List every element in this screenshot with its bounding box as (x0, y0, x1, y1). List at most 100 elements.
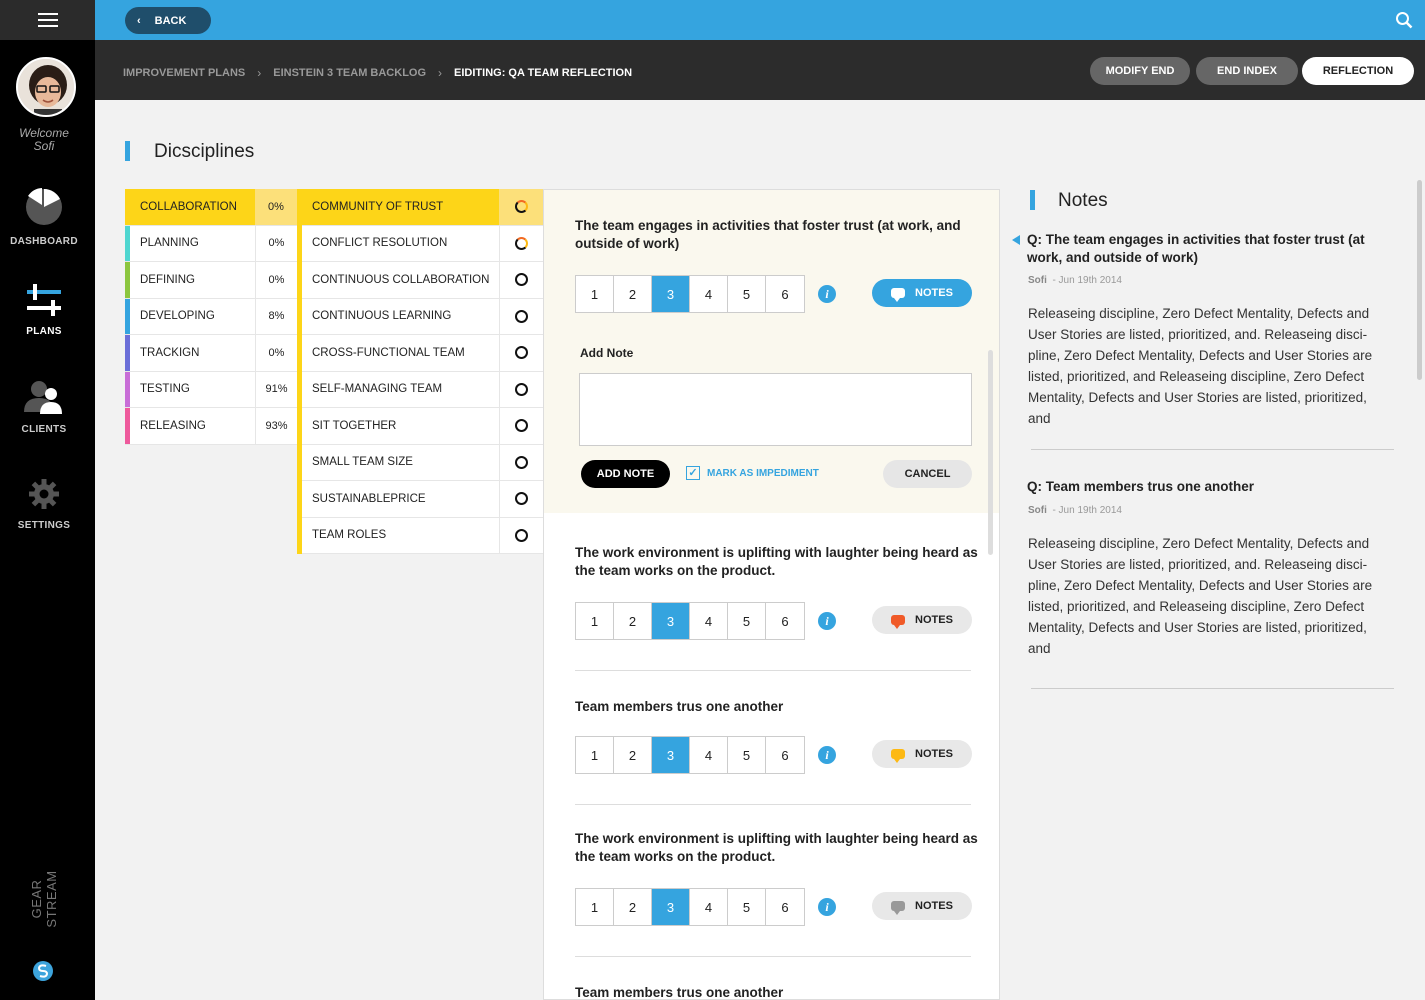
subdiscipline-list: COMMUNITY OF TRUST CONFLICT RESOLUTION C… (297, 189, 543, 554)
mark-impediment-checkbox[interactable]: ✓ MARK AS IMPEDIMENT (686, 466, 819, 480)
notes-button[interactable]: NOTES (872, 279, 972, 307)
rating-option[interactable]: 1 (576, 889, 614, 925)
scrollbar[interactable] (988, 350, 993, 555)
subdiscipline-item[interactable]: CONTINUOUS LEARNING (302, 298, 543, 335)
modify-end-button[interactable]: MODIFY END (1090, 57, 1190, 85)
question-text: The work environment is uplifting with l… (575, 831, 978, 864)
rating-option[interactable]: 6 (766, 737, 804, 773)
brand: GEAR STREAM (28, 842, 59, 944)
rating-option[interactable]: 5 (728, 737, 766, 773)
rating-option[interactable]: 4 (690, 889, 728, 925)
rating-option[interactable]: 6 (766, 276, 804, 312)
subdiscipline-item[interactable]: TEAM ROLES (302, 517, 543, 554)
subdiscipline-item[interactable]: SMALL TEAM SIZE (302, 444, 543, 481)
subdiscipline-name: SIT TOGETHER (312, 419, 397, 432)
back-button[interactable]: ‹ BACK (125, 7, 211, 34)
rating-option[interactable]: 2 (614, 889, 652, 925)
subdiscipline-item[interactable]: SUSTAINABLEPRICE (302, 481, 543, 518)
chevron-left-icon: ‹ (137, 14, 141, 27)
note-textarea[interactable] (579, 373, 972, 446)
avatar[interactable] (16, 57, 76, 117)
welcome-text: Welcome Sofi (0, 127, 88, 153)
notes-title: Notes (1058, 190, 1108, 211)
note-date: - Jun 19th 2014 (1052, 505, 1122, 516)
notes-button[interactable]: NOTES (872, 606, 972, 634)
discipline-name: COLLABORATION (140, 200, 237, 213)
add-note-button[interactable]: ADD NOTE (581, 460, 670, 488)
note-body: Releaseing discipline, Zero Defect Menta… (1028, 536, 1373, 656)
discipline-defining[interactable]: DEFINING 0% (125, 262, 297, 299)
rating-option[interactable]: 6 (766, 889, 804, 925)
note-author: Sofi (1028, 505, 1047, 516)
rating-option[interactable]: 4 (690, 737, 728, 773)
discipline-pct: 0% (255, 262, 297, 298)
rating-option-selected[interactable]: 3 (652, 276, 690, 312)
info-icon[interactable]: i (818, 746, 836, 764)
info-icon[interactable]: i (818, 898, 836, 916)
discipline-name: DEFINING (140, 273, 195, 286)
discipline-testing[interactable]: TESTING 91% (125, 371, 297, 408)
rating-option[interactable]: 4 (690, 276, 728, 312)
breadcrumb-improvement-plans[interactable]: IMPROVEMENT PLANS (123, 67, 245, 79)
rating-option[interactable]: 6 (766, 603, 804, 639)
rating-option[interactable]: 5 (728, 889, 766, 925)
discipline-tracking[interactable]: TRACKIGN 0% (125, 335, 297, 372)
notes-label: NOTES (915, 287, 953, 299)
discipline-color (125, 262, 130, 298)
speech-bubble-icon (891, 288, 906, 302)
section-accent (1030, 190, 1035, 210)
brand-logo-icon (33, 961, 53, 981)
end-index-button[interactable]: END INDEX (1196, 57, 1298, 85)
subdiscipline-item[interactable]: CONTINUOUS COLLABORATION (302, 262, 543, 299)
subdiscipline-item[interactable]: CROSS-FUNCTIONAL TEAM (302, 335, 543, 372)
nav-plans[interactable]: PLANS (0, 282, 88, 337)
discipline-name: RELEASING (140, 419, 206, 432)
rating-option-selected[interactable]: 3 (652, 737, 690, 773)
discipline-planning[interactable]: PLANNING 0% (125, 225, 297, 262)
subdiscipline-item[interactable]: SELF-MANAGING TEAM (302, 371, 543, 408)
breadcrumb-current: EIDITING: QA TEAM REFLECTION (454, 67, 633, 79)
note-question[interactable]: Q: The team engages in activities that f… (1027, 231, 1397, 267)
subdiscipline-item[interactable]: COMMUNITY OF TRUST (302, 189, 543, 226)
rating-option[interactable]: 1 (576, 737, 614, 773)
rating-option[interactable]: 5 (728, 276, 766, 312)
menu-button[interactable] (0, 0, 95, 40)
rating-option[interactable]: 1 (576, 603, 614, 639)
notes-button[interactable]: NOTES (872, 740, 972, 768)
discipline-developing[interactable]: DEVELOPING 8% (125, 298, 297, 335)
nav-settings[interactable]: SETTINGS (0, 478, 88, 531)
rating-option[interactable]: 5 (728, 603, 766, 639)
reflection-button[interactable]: REFLECTION (1302, 57, 1414, 85)
add-note-label: Add Note (580, 346, 634, 360)
subdiscipline-item[interactable]: CONFLICT RESOLUTION (302, 225, 543, 262)
rating-option[interactable]: 2 (614, 603, 652, 639)
discipline-pct: 0% (255, 335, 297, 371)
discipline-color (125, 225, 130, 261)
rating-option-selected[interactable]: 3 (652, 603, 690, 639)
search-icon[interactable] (1395, 11, 1413, 29)
cancel-button[interactable]: CANCEL (883, 460, 972, 488)
question-text: Team members trus one another (575, 699, 784, 714)
rating-option[interactable]: 2 (614, 276, 652, 312)
discipline-releasing[interactable]: RELEASING 93% (125, 408, 297, 445)
rating-option-selected[interactable]: 3 (652, 889, 690, 925)
nav-dashboard[interactable]: DASHBOARD (0, 188, 88, 247)
page-scrollbar[interactable] (1417, 180, 1422, 380)
discipline-collaboration[interactable]: COLLABORATION 0% (125, 189, 297, 226)
subdiscipline-name: SMALL TEAM SIZE (312, 456, 413, 469)
info-icon[interactable]: i (818, 285, 836, 303)
notes-button[interactable]: NOTES (872, 892, 972, 920)
note-question[interactable]: Q: Team members trus one another (1027, 478, 1397, 496)
subdiscipline-name: SELF-MANAGING TEAM (312, 383, 443, 396)
impediment-label: MARK AS IMPEDIMENT (707, 467, 819, 479)
discipline-color (125, 371, 130, 407)
rating-option[interactable]: 1 (576, 276, 614, 312)
discipline-pct: 91% (255, 371, 297, 407)
nav-clients[interactable]: CLIENTS (0, 380, 88, 435)
subdiscipline-item[interactable]: SIT TOGETHER (302, 408, 543, 445)
speech-bubble-icon (891, 615, 906, 629)
info-icon[interactable]: i (818, 612, 836, 630)
rating-option[interactable]: 2 (614, 737, 652, 773)
breadcrumb-team-backlog[interactable]: EINSTEIN 3 TEAM BACKLOG (273, 67, 426, 79)
rating-option[interactable]: 4 (690, 603, 728, 639)
